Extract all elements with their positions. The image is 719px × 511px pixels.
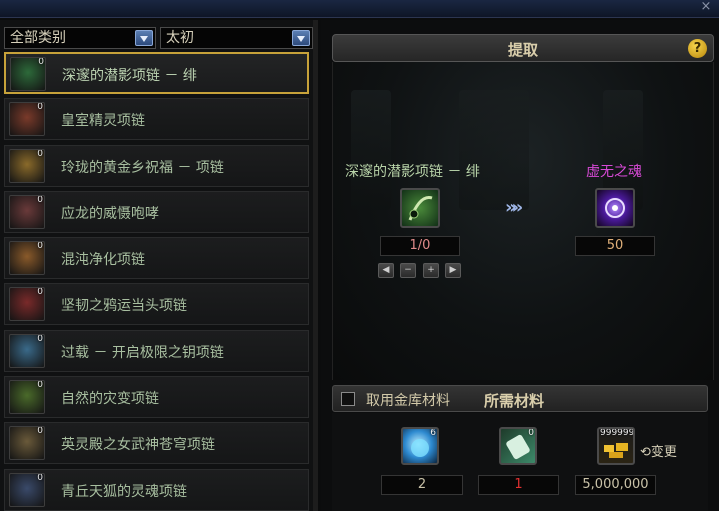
list-item[interactable]: 0 青丘天狐的灵魂项链	[4, 468, 309, 511]
material-value-3: 5,000,000	[575, 475, 656, 495]
item-count-badge: 0	[37, 380, 43, 391]
source-item-slot[interactable]	[400, 188, 440, 228]
list-item-label: 深邃的潜影项链 － 绯	[62, 68, 197, 84]
equipment-list-panel: 全部类别 太初 0 深邃的潜影项链 － 绯 0 皇室精灵项链 0 玲珑的黄金乡祝福 － 项…	[0, 20, 316, 511]
background-decoration	[459, 90, 529, 210]
result-quantity: 50	[575, 236, 655, 256]
list-item[interactable]: 0 玲珑的黄金乡祝福 － 项链	[4, 144, 309, 187]
material-badge-3: 9999999	[600, 428, 635, 438]
list-item[interactable]: 0 英灵殿之女武神苍穹项链	[4, 422, 309, 465]
help-icon[interactable]: ?	[688, 39, 707, 58]
list-item-label: 过载 － 开启极限之钥项链	[61, 344, 224, 361]
category-dropdown[interactable]: 全部类别	[4, 27, 156, 49]
list-item[interactable]: 0 应龙的威慑咆哮	[4, 190, 309, 233]
tier-dropdown-value: 太初	[166, 30, 194, 46]
last-page-button[interactable]: ▶	[445, 263, 461, 278]
fox-soul-necklace-icon: 0	[9, 472, 45, 507]
item-count-badge: 0	[37, 148, 43, 159]
material-value-2: 1	[478, 475, 559, 495]
item-count-badge: 0	[37, 426, 43, 437]
increase-button[interactable]: +	[423, 263, 439, 278]
materials-bar: 取用金库材料 所需材料	[332, 385, 708, 412]
dark-necklace-icon: 0	[10, 57, 46, 91]
use-vault-checkbox[interactable]	[341, 392, 355, 406]
void-soul-icon	[605, 198, 625, 218]
material-value-1: 2	[381, 475, 463, 495]
category-dropdown-value: 全部类别	[10, 30, 66, 46]
first-page-button[interactable]: ◀	[378, 263, 394, 278]
item-count-badge: 0	[37, 287, 43, 298]
list-scrollbar[interactable]	[313, 20, 318, 511]
list-item[interactable]: 0 坚韧之鸦运当头项链	[4, 283, 309, 326]
item-count-badge: 0	[37, 194, 43, 205]
window-titlebar: ×	[0, 0, 719, 18]
dark-necklace-icon	[408, 195, 433, 221]
close-icon[interactable]: ×	[699, 0, 713, 14]
material-slot-1[interactable]: 6	[401, 427, 439, 465]
swap-button[interactable]: ⟲变更	[640, 441, 677, 460]
tier-dropdown[interactable]: 太初	[160, 27, 313, 49]
chevron-down-icon[interactable]	[135, 30, 153, 46]
item-count-badge: 0	[37, 472, 43, 483]
material-slot-3[interactable]: 9999999	[597, 427, 635, 465]
list-item-label: 应龙的威慑咆哮	[61, 205, 159, 222]
chevron-down-icon[interactable]	[292, 30, 310, 46]
result-item-slot[interactable]	[595, 188, 635, 228]
list-item-label: 皇室精灵项链	[61, 113, 145, 130]
required-materials-title: 所需材料	[484, 392, 545, 410]
item-count-badge: 0	[37, 333, 43, 344]
list-item[interactable]: 0 自然的灾变项链	[4, 376, 309, 419]
list-item-label: 英灵殿之女武神苍穹项链	[61, 437, 215, 454]
list-item[interactable]: 0 皇室精灵项链	[4, 98, 309, 141]
list-item[interactable]: 0 过载 － 开启极限之钥项链	[4, 329, 309, 372]
list-item-label: 坚韧之鸦运当头项链	[61, 298, 187, 315]
use-vault-label: 取用金库材料	[366, 393, 450, 409]
item-count-badge: 0	[38, 57, 44, 67]
background-decoration	[351, 90, 391, 210]
nature-necklace-icon: 0	[9, 380, 45, 415]
decrease-button[interactable]: −	[400, 263, 416, 278]
list-item-label: 玲珑的黄金乡祝福 － 项链	[61, 159, 224, 176]
panel-header: 提取 ?	[332, 34, 714, 62]
extract-stage-background	[332, 62, 714, 380]
material-badge-2: 0	[528, 428, 534, 438]
key-necklace-icon: 0	[9, 333, 45, 368]
dragon-roar-icon: 0	[9, 194, 45, 229]
source-item-name: 深邃的潜影项链 － 绯	[345, 164, 480, 180]
golden-necklace-icon: 0	[9, 148, 45, 183]
fairy-necklace-icon: 0	[9, 102, 45, 137]
item-count-badge: 0	[37, 241, 43, 252]
result-item-name: 虚无之魂	[586, 164, 642, 180]
source-quantity: 1/0	[380, 236, 460, 256]
list-item[interactable]: 0 深邃的潜影项链 － 绯	[4, 52, 309, 94]
material-slot-2[interactable]: 0	[499, 427, 537, 465]
list-item-label: 青丘天狐的灵魂项链	[61, 483, 187, 500]
material-badge-1: 6	[430, 428, 436, 438]
list-item[interactable]: 0 混沌净化项链	[4, 237, 309, 280]
equipment-list: 0 深邃的潜影项链 － 绯 0 皇室精灵项链 0 玲珑的黄金乡祝福 － 项链 0 应龙的威慑咆…	[4, 52, 309, 511]
list-item-label: 混沌净化项链	[61, 252, 145, 269]
panel-title: 提取	[507, 41, 538, 59]
item-count-badge: 0	[37, 102, 43, 113]
valkyrie-necklace-icon: 0	[9, 426, 45, 461]
list-item-label: 自然的灾变项链	[61, 391, 159, 408]
chaos-necklace-icon: 0	[9, 241, 45, 276]
arrow-right-icon: »»	[505, 197, 523, 218]
raven-necklace-icon: 0	[9, 287, 45, 322]
